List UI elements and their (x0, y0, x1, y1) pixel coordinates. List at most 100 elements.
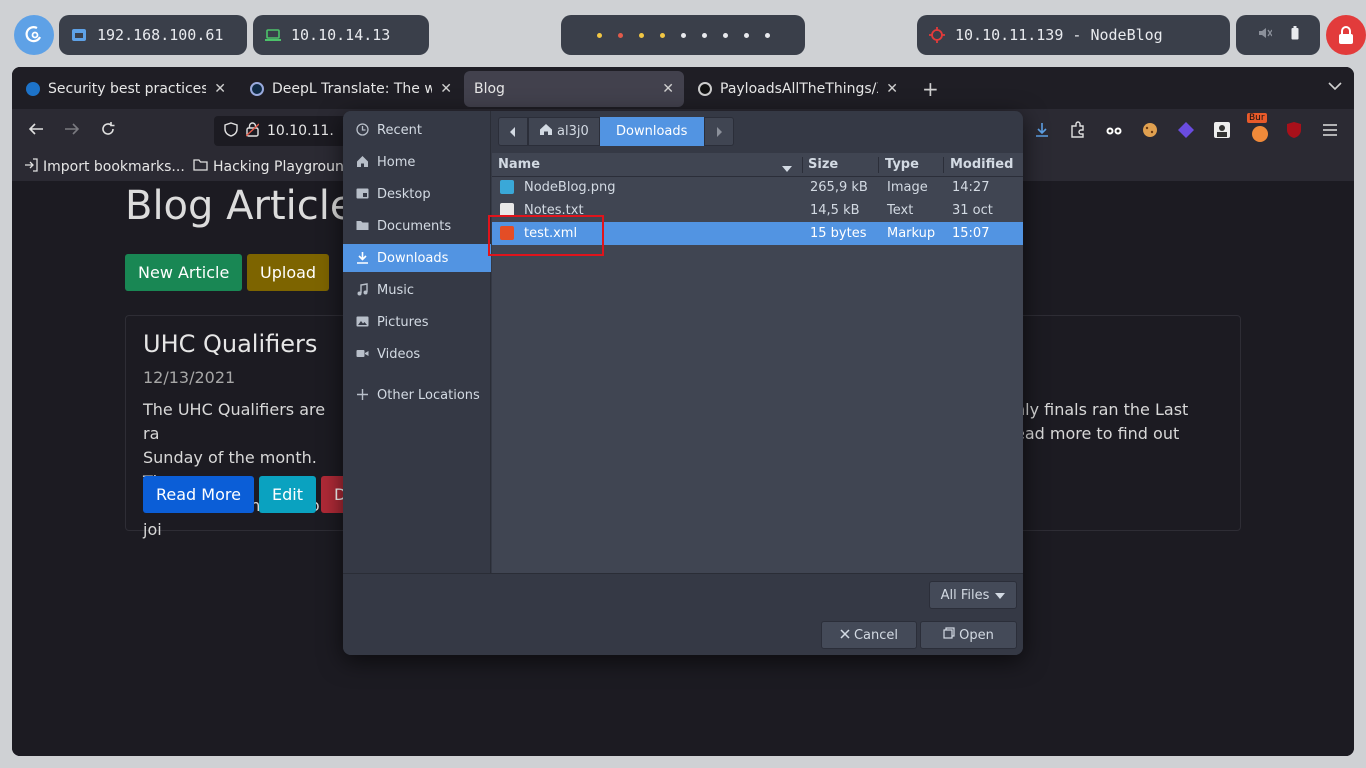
workspace-dots[interactable] (596, 32, 770, 38)
workspace-dot-7[interactable] (722, 32, 728, 38)
tab-security[interactable]: Security best practices | ✕ (16, 71, 236, 107)
bookmark-import[interactable]: Import bookmarks... (24, 158, 185, 176)
bookmark-hacking-playground[interactable]: Hacking Playground (193, 158, 353, 175)
hackbar-diamond-icon[interactable] (1177, 121, 1195, 139)
file-row-nodeblog-png[interactable]: NodeBlog.png 265,9 kB Image 14:27 (492, 176, 1023, 199)
tab-close-icon[interactable]: ✕ (886, 81, 898, 97)
tab-close-icon[interactable]: ✕ (440, 81, 452, 97)
local-ip-text: 192.168.100.61 (97, 26, 224, 44)
dialog-footer: All Files Cancel Open (343, 573, 1023, 655)
workspace-dot-2[interactable] (617, 32, 623, 38)
user-agent-icon[interactable] (1213, 121, 1231, 139)
debian-logo-icon[interactable] (14, 15, 54, 55)
workspace-dot-6[interactable] (701, 32, 707, 38)
column-name[interactable]: Name (498, 157, 540, 172)
path-current-label: Downloads (616, 124, 688, 139)
local-ip-pill[interactable]: 192.168.100.61 (59, 15, 247, 55)
tab-label: DeepL Translate: The wo (272, 81, 433, 97)
folder-icon (355, 219, 369, 233)
back-arrow-icon[interactable] (28, 121, 44, 142)
tab-blog[interactable]: Blog ✕ (464, 71, 684, 107)
path-home-button[interactable]: al3j0 (528, 117, 600, 146)
bookmark-label: Import bookmarks... (43, 159, 185, 175)
place-desktop[interactable]: Desktop (343, 180, 491, 208)
url-bar[interactable]: 10.10.11. (214, 116, 354, 146)
extensions-puzzle-icon[interactable] (1069, 121, 1087, 139)
downloads-icon[interactable] (1033, 121, 1051, 139)
place-other-locations[interactable]: Other Locations (343, 381, 491, 409)
close-icon (840, 628, 850, 643)
column-size[interactable]: Size (808, 157, 838, 172)
tab-payloads[interactable]: PayloadsAllTheThings/XX ✕ (688, 71, 908, 107)
target-text: 10.10.11.139 - NodeBlog (955, 26, 1163, 44)
file-size: 15 bytes (810, 226, 867, 241)
plus-icon (355, 388, 369, 402)
path-bar: al3j0 Downloads (498, 117, 734, 146)
music-icon (355, 283, 369, 297)
read-more-button[interactable]: Read More (143, 476, 254, 513)
burp-proxy-icon[interactable]: Bur (1247, 113, 1271, 142)
security-favicon-icon (26, 82, 40, 96)
file-modified: 15:07 (952, 226, 990, 241)
column-type[interactable]: Type (885, 157, 919, 172)
place-label: Documents (377, 218, 452, 234)
path-forward-arrow-icon[interactable] (703, 117, 734, 146)
place-home[interactable]: Home (343, 148, 491, 176)
article-date: 12/13/2021 (143, 368, 236, 387)
workspace-dot-8[interactable] (743, 32, 749, 38)
sort-arrow-icon[interactable] (782, 161, 792, 176)
new-tab-button[interactable]: + (922, 77, 939, 101)
new-article-button[interactable]: New Article (125, 254, 243, 291)
workspaces-pill[interactable] (561, 15, 805, 55)
place-music[interactable]: Music (343, 276, 491, 304)
workspace-dot-9[interactable] (764, 32, 770, 38)
file-size: 265,9 kB (810, 180, 868, 195)
place-pictures[interactable]: Pictures (343, 308, 491, 336)
folder-icon (193, 158, 208, 175)
menu-hamburger-icon[interactable] (1321, 121, 1339, 139)
burp-badge: Bur (1247, 113, 1267, 123)
article-text-left: The UHC Qualifiers are ra Sunday of the … (143, 400, 326, 539)
file-filter-dropdown[interactable]: All Files (929, 581, 1017, 609)
tab-close-icon[interactable]: ✕ (214, 81, 226, 97)
path-downloads-button[interactable]: Downloads (599, 117, 704, 146)
workspace-dot-4[interactable] (659, 32, 665, 38)
place-label: Pictures (377, 314, 429, 330)
wappalyzer-glasses-icon[interactable] (1105, 121, 1123, 139)
column-modified[interactable]: Modified (950, 157, 1013, 172)
lock-icon[interactable] (1326, 15, 1366, 55)
place-downloads[interactable]: Downloads (343, 244, 491, 272)
shield-icon[interactable] (224, 121, 238, 141)
workspace-dot-3[interactable] (638, 32, 644, 38)
insecure-lock-icon[interactable] (245, 121, 260, 141)
place-videos[interactable]: Videos (343, 340, 491, 368)
vpn-ip-pill[interactable]: 10.10.14.13 (253, 15, 429, 55)
deepl-favicon-icon (250, 82, 264, 96)
download-icon (355, 251, 369, 265)
cancel-button[interactable]: Cancel (821, 621, 917, 649)
workspace-dot-1[interactable] (596, 32, 602, 38)
place-documents[interactable]: Documents (343, 212, 491, 240)
mute-icon[interactable] (1258, 26, 1273, 44)
place-recent[interactable]: Recent (343, 116, 491, 144)
workspace-dot-5[interactable] (680, 32, 686, 38)
ublock-icon[interactable] (1285, 121, 1303, 139)
file-modified: 31 oct (952, 203, 993, 218)
url-text: 10.10.11. (267, 123, 334, 139)
list-tabs-chevron-icon[interactable] (1328, 79, 1342, 95)
cookie-icon[interactable] (1141, 121, 1159, 139)
upload-button[interactable]: Upload (247, 254, 330, 291)
place-label: Downloads (377, 250, 449, 266)
status-pill[interactable] (1236, 15, 1320, 55)
open-button[interactable]: Open (920, 621, 1017, 649)
tab-deepl[interactable]: DeepL Translate: The wo ✕ (240, 71, 462, 107)
reload-icon[interactable] (100, 121, 116, 142)
file-list-header: Name Size Type Modified (492, 153, 1023, 177)
path-back-arrow-icon[interactable] (498, 117, 528, 146)
target-pill[interactable]: 10.10.11.139 - NodeBlog (917, 15, 1230, 55)
tab-close-icon[interactable]: ✕ (662, 81, 674, 97)
battery-icon[interactable] (1291, 26, 1299, 44)
forward-arrow-icon[interactable] (64, 121, 80, 142)
edit-button[interactable]: Edit (259, 476, 316, 513)
network-icon (71, 27, 87, 43)
